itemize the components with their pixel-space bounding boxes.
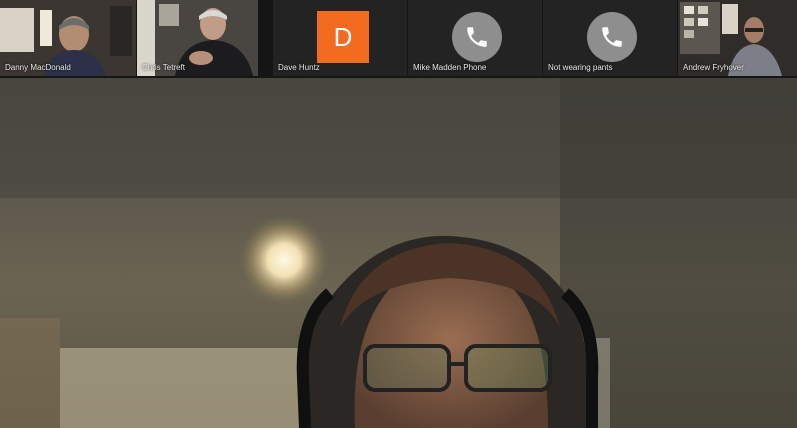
participant-tile-chris[interactable]: Chris Tetreft (137, 0, 258, 76)
participant-name: Mike Madden Phone (413, 63, 487, 72)
avatar: D (317, 11, 369, 63)
participant-name: Not wearing pants (548, 63, 613, 72)
participant-tile-dave[interactable]: D Dave Huntz (273, 0, 407, 76)
speaker-video-frame (0, 78, 797, 428)
participant-name: Chris Tetreft (142, 63, 185, 72)
participant-tile-danny[interactable]: Danny MacDonald (0, 0, 136, 76)
phone-icon (452, 12, 502, 62)
participant-name: Andrew Fryhover (683, 63, 744, 72)
main-speaker-video (0, 78, 797, 428)
ceiling-light-icon (238, 214, 330, 306)
participant-strip: Danny MacDonald Chris Tetreft D Dave Hun… (0, 0, 797, 78)
phone-icon (587, 12, 637, 62)
participant-tile-andrew[interactable]: Andrew Fryhover (678, 0, 797, 76)
participant-tile-mike-phone[interactable]: Mike Madden Phone (408, 0, 542, 76)
participant-name: Danny MacDonald (5, 63, 71, 72)
participant-tile-not-wearing-pants[interactable]: Not wearing pants (543, 0, 677, 76)
participant-name: Dave Huntz (278, 63, 320, 72)
